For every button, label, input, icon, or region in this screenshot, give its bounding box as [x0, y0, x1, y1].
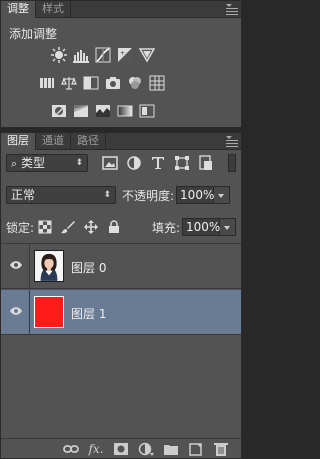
hue-saturation-icon[interactable]: [39, 75, 55, 91]
brightness-contrast-icon[interactable]: [51, 47, 67, 63]
layer-row-selected[interactable]: 图层 1: [1, 290, 241, 335]
smart-object-filter-icon[interactable]: [198, 155, 214, 171]
opacity-label: 不透明度:: [122, 188, 175, 203]
visibility-separator: [29, 244, 30, 288]
fill-dropdown-button[interactable]: [220, 218, 236, 236]
adjustment-filter-icon[interactable]: [126, 155, 142, 171]
posterize-icon[interactable]: [73, 103, 89, 119]
filter-toggle[interactable]: [228, 154, 236, 172]
color-balance-icon[interactable]: [61, 75, 77, 91]
layer-name[interactable]: 图层 1: [71, 305, 106, 322]
fx-icon[interactable]: fx.: [88, 442, 104, 456]
type-filter-icon[interactable]: [150, 155, 166, 171]
lock-all-icon[interactable]: [107, 220, 121, 234]
layer-thumbnail[interactable]: [34, 250, 64, 282]
color-lookup-icon[interactable]: [149, 75, 165, 91]
fill-field[interactable]: 100%: [182, 218, 220, 236]
invert-icon[interactable]: [51, 103, 67, 119]
lock-row: 锁定: 填充: 100%: [6, 217, 236, 237]
panel-menu-icon[interactable]: [226, 136, 238, 147]
blend-mode-select[interactable]: 正常 ⬍: [6, 186, 116, 204]
new-group-icon[interactable]: [163, 442, 179, 456]
tab-styles[interactable]: 样式: [36, 1, 71, 17]
shape-filter-icon[interactable]: [174, 155, 190, 171]
link-layers-icon[interactable]: [63, 442, 79, 456]
eye-icon[interactable]: [9, 306, 23, 316]
blend-row: 正常 ⬍ 不透明度: 100%: [6, 185, 236, 205]
layer-name[interactable]: 图层 0: [71, 259, 106, 276]
add-adjustment-title: 添加调整: [9, 27, 58, 41]
curves-icon[interactable]: [95, 47, 111, 63]
panel-menu-icon[interactable]: [226, 4, 238, 15]
selective-color-icon[interactable]: [139, 103, 155, 119]
photo-filter-icon[interactable]: [105, 75, 121, 91]
black-white-icon[interactable]: [83, 75, 99, 91]
visibility-separator: [29, 290, 30, 334]
channel-mixer-icon[interactable]: [127, 75, 143, 91]
eye-icon[interactable]: [9, 260, 23, 270]
lock-pixels-icon[interactable]: [61, 220, 76, 234]
layer-filter-row: ⌕ 类型 ⬍: [6, 153, 236, 173]
add-mask-icon[interactable]: [113, 442, 129, 456]
blend-mode-value: 正常: [11, 188, 36, 202]
tab-channels[interactable]: 通道: [36, 133, 71, 149]
exposure-icon[interactable]: +: [117, 47, 133, 63]
portrait-thumbnail-icon: [35, 251, 63, 281]
pixel-filter-icon[interactable]: [102, 155, 118, 171]
layer-row[interactable]: 图层 0: [1, 244, 241, 289]
threshold-icon[interactable]: [95, 103, 111, 119]
gradient-map-icon[interactable]: [117, 103, 133, 119]
layer-thumbnail[interactable]: [34, 296, 64, 328]
search-icon: ⌕: [11, 157, 18, 170]
svg-text:+: +: [120, 50, 125, 57]
lock-label: 锁定:: [6, 220, 35, 235]
filter-kind-select[interactable]: ⌕ 类型 ⬍: [6, 154, 88, 172]
opacity-field[interactable]: 100%: [176, 186, 214, 204]
adjustment-row-3: [51, 103, 155, 119]
adjustment-row-2: [39, 75, 165, 91]
up-down-arrow-icon: ⬍: [75, 158, 83, 168]
new-adjustment-icon[interactable]: [138, 442, 154, 456]
layers-bottom-toolbar: fx.: [1, 438, 241, 458]
opacity-dropdown-button[interactable]: [214, 186, 231, 204]
layers-panel: 图层 通道 路径 ⌕ 类型 ⬍ 正常 ⬍ 不透明度: 100% 锁定: 填充: …: [0, 132, 242, 459]
levels-icon[interactable]: [73, 47, 89, 63]
fill-label: 填充:: [151, 220, 180, 235]
filter-kind-value: 类型: [21, 156, 46, 170]
vibrance-icon[interactable]: [139, 47, 155, 63]
tab-layers[interactable]: 图层: [1, 133, 36, 150]
new-layer-icon[interactable]: [188, 442, 204, 456]
up-down-arrow-icon: ⬍: [103, 190, 111, 200]
adjustments-panel: 调整 样式 添加调整 +: [0, 0, 242, 128]
delete-layer-icon[interactable]: [213, 442, 229, 456]
tab-adjustments[interactable]: 调整: [1, 1, 36, 18]
adjustment-row-1: +: [51, 47, 155, 63]
layers-tabbar: 图层 通道 路径: [1, 133, 241, 150]
lock-position-icon[interactable]: [84, 220, 99, 234]
lock-transparent-icon[interactable]: [38, 220, 52, 234]
adjustments-tabbar: 调整 样式: [1, 1, 241, 18]
tab-paths[interactable]: 路径: [71, 133, 106, 149]
